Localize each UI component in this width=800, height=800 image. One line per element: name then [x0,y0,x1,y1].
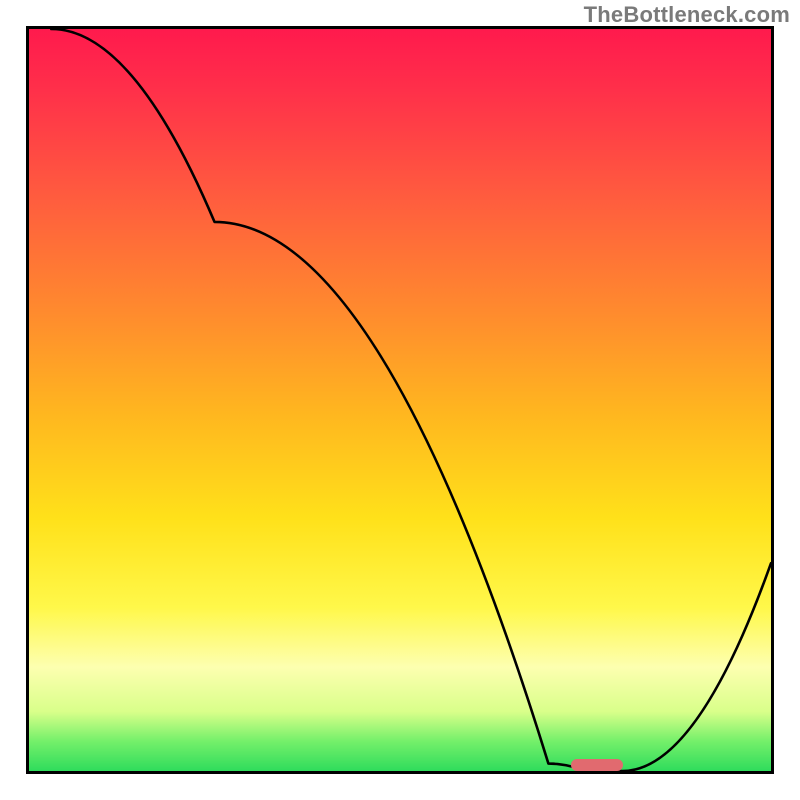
bottleneck-chart: TheBottleneck.com [0,0,800,800]
plot-area [26,26,774,774]
optimal-range-marker [571,759,623,771]
curve-path [51,29,771,771]
watermark-text: TheBottleneck.com [584,2,790,28]
bottleneck-curve [29,29,771,771]
